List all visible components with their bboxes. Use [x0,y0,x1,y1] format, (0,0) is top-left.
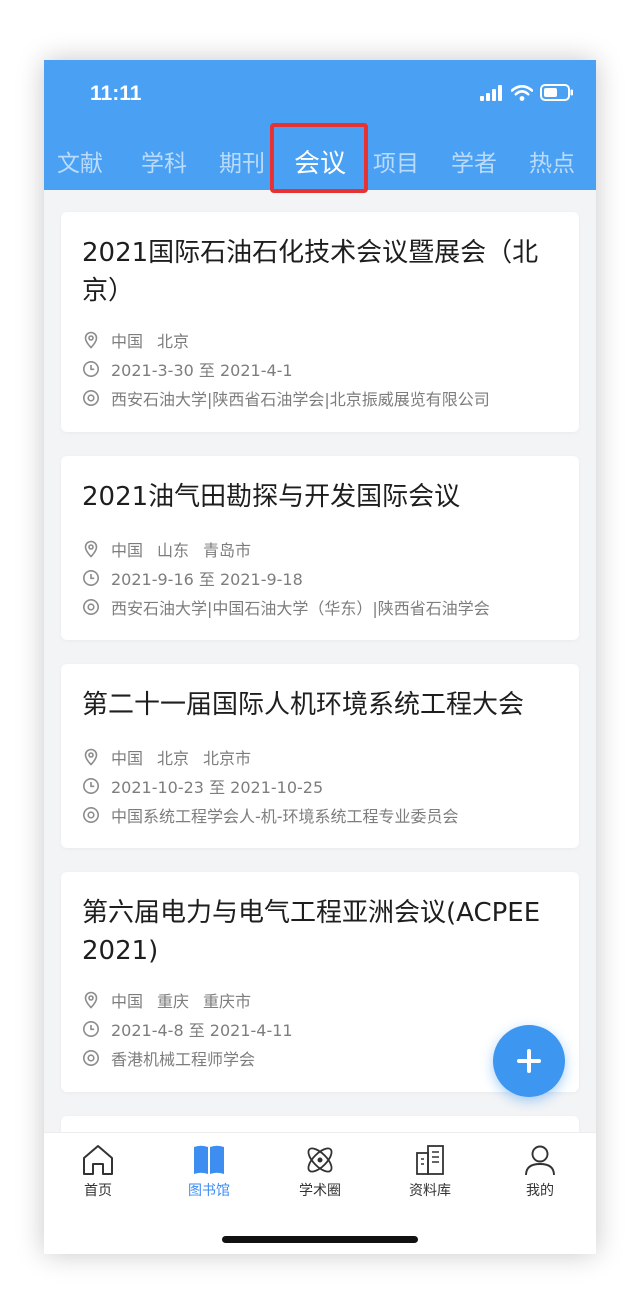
location-country: 中国 [111,332,144,351]
conference-card[interactable]: 第二十一届国际人机环境系统工程大会 中国 北京 北京市 2021-10-23 至… [61,664,579,848]
nav-profile-label: 我的 [526,1183,554,1199]
conference-title: 2021国际石油石化技术会议暨展会（北京） [82,238,539,306]
conference-list: 2021国际石油石化技术会议暨展会（北京） 中国 北京 2021-3-30 至 … [44,190,596,1132]
conference-dates: 2021-4-8 至 2021-4-11 [82,1018,293,1040]
conference-title: 第六届电力与电气工程亚洲会议(ACPEE 2021) [82,898,541,966]
home-icon [83,1145,113,1175]
location-pin-icon [84,991,98,1009]
date-range: 2021-9-16 至 2021-9-18 [111,570,303,589]
organizers-text: 西安石油大学|中国石油大学（华东）|陕西省石油学会 [111,599,490,618]
location-pin-icon [84,331,98,349]
conference-dates: 2021-10-23 至 2021-10-25 [82,775,323,797]
target-icon [83,807,99,823]
conference-card[interactable] [61,1116,579,1132]
conference-organizers: 西安石油大学|中国石油大学（华东）|陕西省石油学会 [82,596,490,618]
add-button[interactable] [493,1025,565,1097]
location-city: 青岛市 [203,541,252,560]
nav-database-label: 资料库 [409,1183,451,1199]
location-country: 中国 [111,992,144,1011]
organizers-text: 香港机械工程师学会 [111,1050,256,1069]
target-icon [83,1050,99,1066]
date-range: 2021-10-23 至 2021-10-25 [111,778,324,797]
tab-journals[interactable]: 期刊 [212,144,272,184]
location-region: 山东 [157,541,190,560]
date-range: 2021-4-8 至 2021-4-11 [111,1021,293,1040]
tab-disciplines[interactable]: 学科 [134,144,194,184]
tab-literature[interactable]: 文献 [50,144,110,184]
conference-dates: 2021-9-16 至 2021-9-18 [82,567,303,589]
organizers-text: 西安石油大学|陕西省石油学会|北京振威展览有限公司 [111,390,490,409]
location-city: 北京市 [203,749,252,768]
conference-title: 第二十一届国际人机环境系统工程大会 [82,690,525,720]
target-icon [83,599,99,615]
conference-location: 中国 北京 北京市 [82,746,251,768]
clock-icon [83,778,99,794]
location-pin-icon [84,748,98,766]
organizers-text: 中国系统工程学会人-机-环境系统工程专业委员会 [111,807,459,826]
location-city: 重庆市 [203,992,252,1011]
tab-hotspots[interactable]: 热点 [522,144,582,184]
conference-location: 中国 山东 青岛市 [82,538,251,560]
signal-icon [480,84,502,101]
nav-database[interactable]: 资料库 [385,1143,475,1205]
date-range: 2021-3-30 至 2021-4-1 [111,361,293,380]
nav-library-label: 图书馆 [188,1183,230,1199]
conference-title: 2021油气田勘探与开发国际会议 [82,482,461,512]
location-country: 中国 [111,541,144,560]
conference-location: 中国 北京 [82,329,189,351]
nav-profile[interactable]: 我的 [495,1143,585,1205]
tab-projects[interactable]: 项目 [366,144,426,184]
conference-organizers: 香港机械工程师学会 [82,1047,255,1069]
nav-home[interactable]: 首页 [53,1143,143,1205]
plus-icon [517,1049,541,1073]
conference-organizers: 中国系统工程学会人-机-环境系统工程专业委员会 [82,804,459,826]
user-icon [525,1145,555,1176]
clock-icon [83,1021,99,1037]
nav-academic-circle-label: 学术圈 [299,1183,341,1199]
buildings-icon [416,1145,444,1175]
conference-dates: 2021-3-30 至 2021-4-1 [82,358,293,380]
conference-organizers: 西安石油大学|陕西省石油学会|北京振威展览有限公司 [82,387,490,409]
conference-location: 中国 重庆 重庆市 [82,989,251,1011]
atom-icon [307,1147,333,1173]
battery-icon [540,84,573,101]
conference-card[interactable]: 2021国际石油石化技术会议暨展会（北京） 中国 北京 2021-3-30 至 … [61,212,579,432]
status-icons [480,84,574,101]
location-pin-icon [84,540,98,558]
status-time: 11:11 [90,82,142,105]
nav-home-label: 首页 [84,1183,112,1199]
phone-screen: 11:11 文献 学科 期刊 会议 项目 学者 热点 2021国际石油石化技术会… [44,60,596,1254]
tab-scholars[interactable]: 学者 [444,144,504,184]
wifi-icon [511,84,533,101]
clock-icon [83,570,99,586]
location-country: 中国 [111,749,144,768]
location-region: 北京 [157,332,190,351]
location-region: 北京 [157,749,190,768]
location-region: 重庆 [157,992,190,1011]
conference-card[interactable]: 2021油气田勘探与开发国际会议 中国 山东 青岛市 2021-9-16 至 2… [61,456,579,640]
clock-icon [83,361,99,377]
book-icon [194,1145,224,1174]
home-indicator [222,1236,418,1243]
target-icon [83,390,99,406]
nav-academic-circle[interactable]: 学术圈 [275,1143,365,1205]
active-tab-highlight-box [270,123,368,193]
nav-library[interactable]: 图书馆 [164,1143,254,1205]
